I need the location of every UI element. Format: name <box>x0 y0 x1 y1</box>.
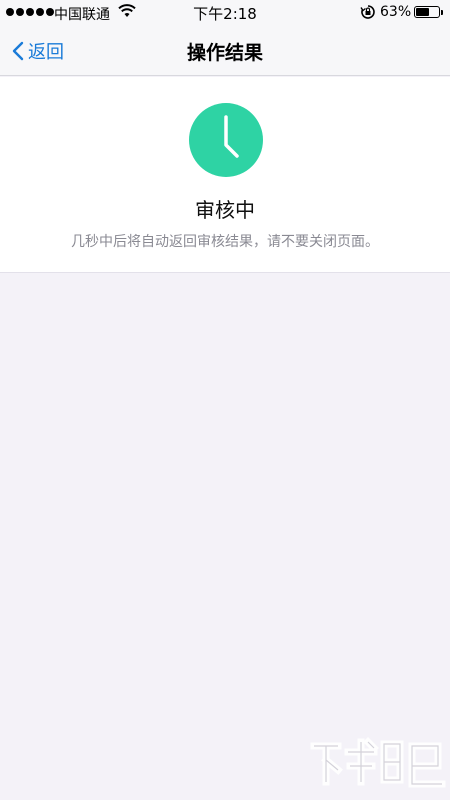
review-status-description: 几秒中后将自动返回审核结果，请不要关闭页面。 <box>71 234 379 250</box>
status-bar: 中国联通 下午2:18 63% <box>0 0 450 26</box>
watermark-logo <box>310 737 446 788</box>
result-card: 审核中 几秒中后将自动返回审核结果，请不要关闭页面。 <box>0 77 450 273</box>
clock-icon <box>189 103 263 177</box>
battery-percentage: 63% <box>380 4 412 20</box>
battery-icon <box>414 6 443 18</box>
review-status-title: 审核中 <box>195 198 255 222</box>
navigation-bar: 返回 操作结果 <box>0 26 450 76</box>
rotation-lock-icon <box>360 5 375 19</box>
page-title: 操作结果 <box>186 42 263 64</box>
